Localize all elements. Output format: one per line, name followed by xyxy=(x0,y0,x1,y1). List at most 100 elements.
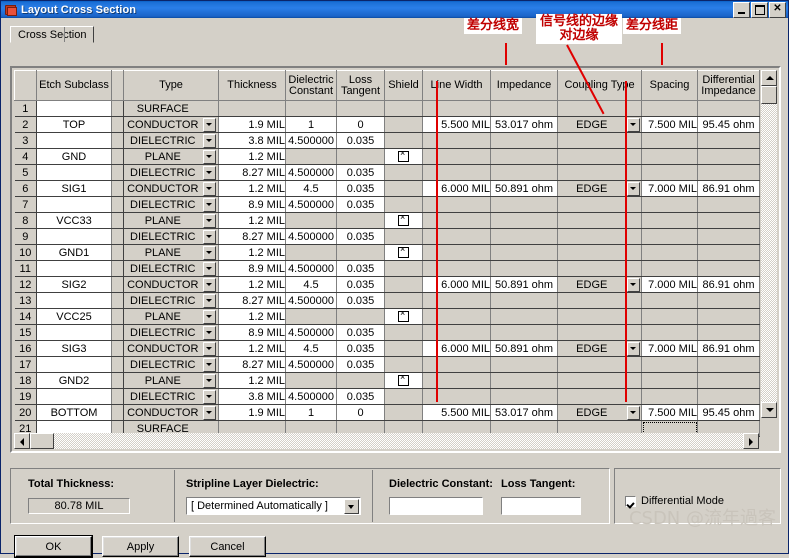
cell-loss-tangent[interactable]: 0 xyxy=(336,404,386,421)
chevron-down-icon[interactable] xyxy=(626,277,640,292)
cell-type[interactable]: DIELECTRIC xyxy=(123,164,202,181)
cell-coupling-type[interactable] xyxy=(557,324,626,341)
cell-spacing[interactable] xyxy=(641,324,699,341)
cell-impedance[interactable]: 53.017 ohm xyxy=(490,116,559,133)
coupling-dropdown-button[interactable] xyxy=(625,100,643,117)
cell-dielectric-constant[interactable]: 4.500000 xyxy=(285,324,338,341)
layer-color-swatch[interactable] xyxy=(111,372,124,389)
cell-spacing[interactable] xyxy=(641,212,699,229)
type-dropdown-button[interactable] xyxy=(201,100,220,117)
cell-coupling-type[interactable] xyxy=(557,372,626,389)
cell-coupling-type[interactable] xyxy=(557,356,626,373)
layer-color-swatch[interactable] xyxy=(111,324,124,341)
type-dropdown-button[interactable] xyxy=(201,340,220,357)
shield-checkbox[interactable] xyxy=(398,310,410,323)
cell-thickness[interactable]: 8.27 MIL xyxy=(218,356,287,373)
cell-spacing[interactable] xyxy=(641,372,699,389)
type-dropdown-button[interactable] xyxy=(201,276,220,293)
cell-dielectric-constant[interactable]: 4.500000 xyxy=(285,356,338,373)
cell-shield[interactable] xyxy=(384,356,424,373)
cell-line-width[interactable] xyxy=(422,260,492,277)
cell-type[interactable]: CONDUCTOR xyxy=(123,116,202,133)
horizontal-scroll-track[interactable] xyxy=(30,433,743,449)
chevron-down-icon[interactable] xyxy=(203,277,217,292)
grid-horizontal-scrollbar[interactable] xyxy=(14,433,759,449)
chevron-down-icon[interactable] xyxy=(344,498,359,514)
chevron-down-icon[interactable] xyxy=(626,117,640,132)
type-dropdown-button[interactable] xyxy=(201,260,220,277)
cell-etch-subclass[interactable] xyxy=(36,228,112,245)
coupling-dropdown-button[interactable] xyxy=(625,116,643,133)
cell-coupling-type[interactable] xyxy=(557,244,626,261)
cell-etch-subclass[interactable]: GND xyxy=(36,148,112,165)
layer-color-swatch[interactable] xyxy=(111,388,124,405)
type-dropdown-button[interactable] xyxy=(201,132,220,149)
cell-loss-tangent[interactable]: 0.035 xyxy=(336,388,386,405)
coupling-dropdown-button[interactable] xyxy=(625,228,643,245)
cell-impedance[interactable] xyxy=(490,196,559,213)
cell-loss-tangent[interactable] xyxy=(336,308,386,325)
cell-spacing[interactable] xyxy=(641,308,699,325)
cell-differential-impedance[interactable] xyxy=(697,228,761,245)
table-row[interactable]: 4 GND PLANE 1.2 MIL xyxy=(14,148,761,165)
layer-color-swatch[interactable] xyxy=(111,244,124,261)
cell-shield[interactable] xyxy=(384,260,424,277)
coupling-dropdown-button[interactable] xyxy=(625,356,643,373)
cell-differential-impedance[interactable]: 86.91 ohm xyxy=(697,180,761,197)
cell-coupling-type[interactable]: EDGE xyxy=(557,404,626,421)
cell-spacing[interactable]: 7.000 MIL xyxy=(641,340,699,357)
maximize-icon[interactable] xyxy=(751,1,768,18)
layer-color-swatch[interactable] xyxy=(111,212,124,229)
minimize-icon[interactable] xyxy=(733,1,750,18)
cell-differential-impedance[interactable] xyxy=(697,164,761,181)
coupling-dropdown-button[interactable] xyxy=(625,244,643,261)
header-type[interactable]: Type xyxy=(122,70,220,101)
cell-thickness[interactable]: 8.27 MIL xyxy=(218,228,287,245)
cell-loss-tangent[interactable] xyxy=(336,212,386,229)
cell-coupling-type[interactable]: EDGE xyxy=(557,116,626,133)
type-dropdown-button[interactable] xyxy=(201,164,220,181)
cell-coupling-type[interactable] xyxy=(557,148,626,165)
cell-shield[interactable] xyxy=(384,292,424,309)
cell-shield[interactable] xyxy=(384,164,424,181)
scroll-down-icon[interactable] xyxy=(761,402,777,418)
cell-coupling-type[interactable] xyxy=(557,100,626,117)
cell-line-width[interactable] xyxy=(422,244,492,261)
cell-etch-subclass[interactable] xyxy=(36,356,112,373)
shield-checkbox[interactable] xyxy=(398,374,410,387)
coupling-dropdown-button[interactable] xyxy=(625,260,643,277)
table-row[interactable]: 12 SIG2 CONDUCTOR 1.2 MIL 4.5 0.035 6.000 MIL 5… xyxy=(14,276,761,293)
cell-thickness[interactable]: 1.2 MIL xyxy=(218,372,287,389)
coupling-dropdown-button[interactable] xyxy=(625,212,643,229)
cell-thickness[interactable]: 1.9 MIL xyxy=(218,116,287,133)
cell-dielectric-constant[interactable] xyxy=(285,212,338,229)
cell-type[interactable]: PLANE xyxy=(123,148,202,165)
cell-loss-tangent[interactable]: 0.035 xyxy=(336,260,386,277)
stripline-combo[interactable]: [ Determined Automatically ] xyxy=(186,497,361,515)
cell-type[interactable]: DIELECTRIC xyxy=(123,388,202,405)
cell-etch-subclass[interactable]: VCC25 xyxy=(36,308,112,325)
cell-thickness[interactable]: 3.8 MIL xyxy=(218,132,287,149)
cell-type[interactable]: DIELECTRIC xyxy=(123,196,202,213)
cell-impedance[interactable] xyxy=(490,164,559,181)
cell-etch-subclass[interactable] xyxy=(36,260,112,277)
type-dropdown-button[interactable] xyxy=(201,180,220,197)
cell-dielectric-constant[interactable]: 4.500000 xyxy=(285,228,338,245)
cell-impedance[interactable] xyxy=(490,260,559,277)
chevron-down-icon[interactable] xyxy=(203,341,217,356)
chevron-down-icon[interactable] xyxy=(203,293,217,308)
layer-color-swatch[interactable] xyxy=(111,164,124,181)
chevron-down-icon[interactable] xyxy=(203,133,217,148)
cell-differential-impedance[interactable] xyxy=(697,388,761,405)
cell-dielectric-constant[interactable] xyxy=(285,100,338,117)
type-dropdown-button[interactable] xyxy=(201,308,220,325)
cell-thickness[interactable]: 1.2 MIL xyxy=(218,148,287,165)
cell-line-width[interactable] xyxy=(422,212,492,229)
cell-coupling-type[interactable] xyxy=(557,164,626,181)
cell-loss-tangent[interactable] xyxy=(336,244,386,261)
cell-type[interactable]: CONDUCTOR xyxy=(123,404,202,421)
cell-shield[interactable] xyxy=(384,100,424,117)
table-row[interactable]: 10 GND1 PLANE 1.2 MIL xyxy=(14,244,761,261)
cell-type[interactable]: DIELECTRIC xyxy=(123,324,202,341)
cell-dielectric-constant[interactable] xyxy=(285,148,338,165)
